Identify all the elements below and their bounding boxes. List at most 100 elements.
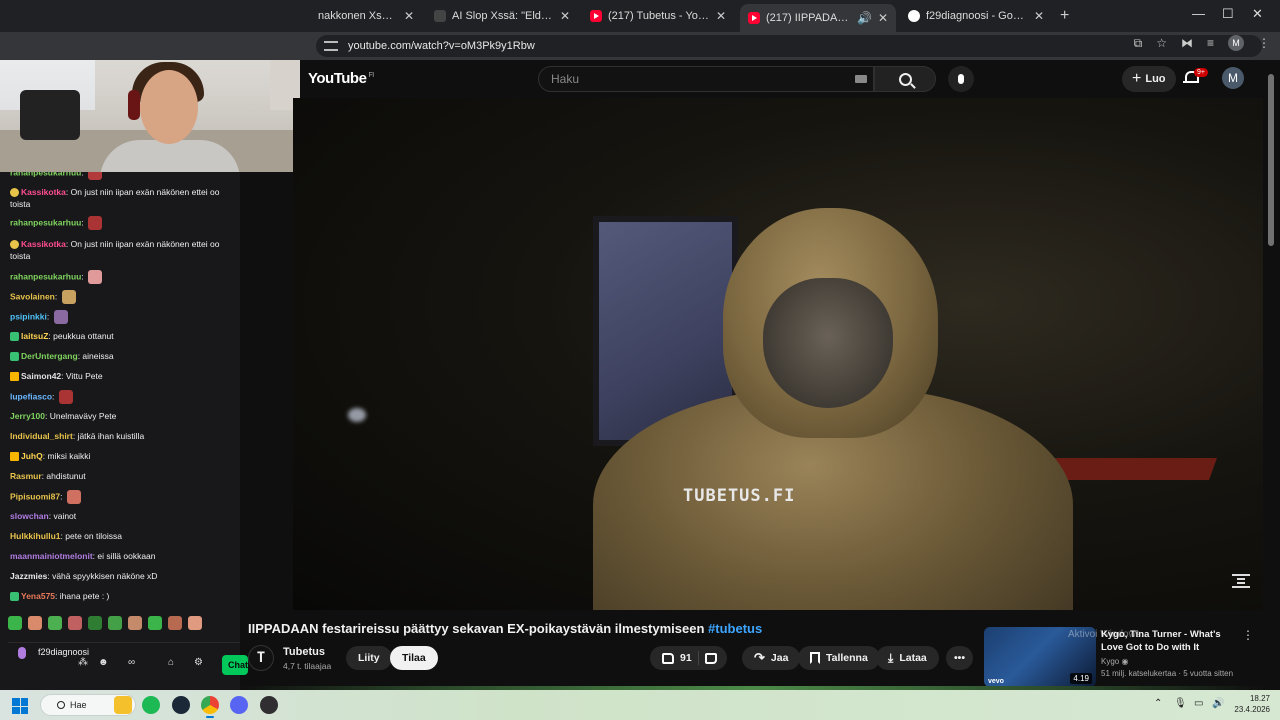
close-icon[interactable]: ✕	[878, 11, 888, 25]
tab-youtube-tubetus[interactable]: (217) Tubetus - YouTube ✕	[582, 4, 734, 28]
save-button[interactable]: Tallenna	[798, 646, 880, 670]
emote-icon[interactable]	[188, 616, 202, 630]
chat-username[interactable]: Kassikotka	[21, 239, 66, 249]
join-button[interactable]: Liity	[346, 646, 392, 670]
tray-chevron-icon[interactable]: ⌃	[1154, 698, 1162, 709]
chat-username[interactable]: Yena575	[21, 591, 55, 601]
emote-icon[interactable]	[8, 616, 22, 630]
chat-username[interactable]: DerUntergang	[21, 351, 78, 361]
chat-username[interactable]: Rasmur	[10, 471, 42, 481]
emoji-icon[interactable]: ☻	[98, 657, 109, 668]
chat-username[interactable]: Pipisuomi87	[10, 491, 60, 501]
chrome-icon[interactable]	[201, 696, 219, 714]
gear-icon[interactable]: ⚙	[194, 657, 203, 668]
chat-username[interactable]: psipinkki	[10, 311, 47, 321]
chat-username[interactable]: Kassikotka	[21, 187, 66, 197]
file-explorer-icon[interactable]	[114, 696, 132, 714]
gift-badge-icon[interactable]	[10, 332, 19, 342]
recommended-channel-name[interactable]: Kygo ◉	[1101, 657, 1128, 666]
dislike-icon[interactable]	[704, 652, 717, 664]
scrollbar-thumb[interactable]	[1268, 74, 1274, 246]
chat-send-button[interactable]: Chat	[222, 655, 248, 675]
hashtag-link[interactable]: #tubetus	[708, 621, 762, 636]
bookmark-star-icon[interactable]: ☆	[1156, 36, 1167, 50]
chat-username[interactable]: JuhQ	[21, 451, 43, 461]
gift-badge-icon[interactable]	[10, 592, 19, 602]
channel-avatar[interactable]: T	[248, 645, 274, 671]
crown-badge-icon[interactable]	[10, 372, 19, 382]
recommended-video-title[interactable]: Kygo, Tina Turner - What's Love Got to D…	[1101, 628, 1237, 654]
chat-username[interactable]: rahanpesukarhuu	[10, 172, 81, 177]
taskbar-clock[interactable]: 18.27 23.4.2026	[1230, 693, 1270, 715]
page-scrollbar[interactable]	[1264, 60, 1280, 690]
url-text[interactable]: youtube.com/watch?v=oM3Pk9y1Rbw	[348, 40, 535, 52]
download-button[interactable]: ⤓ Lataa	[876, 646, 939, 670]
share-button[interactable]: ↷ Jaa	[742, 646, 801, 670]
close-icon[interactable]: ✕	[1034, 9, 1044, 23]
tab-x-post-2[interactable]: AI Slop Xssä: "Elden Ring Final ✕	[426, 4, 578, 28]
site-settings-icon[interactable]	[324, 41, 338, 51]
sub-badge-icon[interactable]	[10, 188, 19, 198]
media-controls-icon[interactable]: ≡	[1207, 36, 1214, 50]
close-icon[interactable]: ✕	[560, 9, 570, 23]
like-count[interactable]: 91	[680, 652, 692, 664]
audio-icon[interactable]: 🔊	[857, 11, 872, 25]
chat-username[interactable]: Jazzmies	[10, 571, 47, 581]
emote-icon[interactable]	[108, 616, 122, 630]
channel-name[interactable]: Tubetus	[283, 646, 325, 658]
channel-watermark-icon[interactable]	[1231, 572, 1251, 592]
chat-username[interactable]: Jerry100	[10, 411, 45, 421]
account-avatar[interactable]: M	[1222, 67, 1244, 89]
tab-x-post-1[interactable]: nakkonen Xssä: "Hyvä e ✕	[310, 4, 422, 28]
crown-badge-icon[interactable]	[10, 452, 19, 462]
store-icon[interactable]: ⌂	[168, 657, 174, 668]
voice-search-button[interactable]	[948, 66, 974, 92]
emote-icon[interactable]	[168, 616, 182, 630]
spotify-icon[interactable]	[142, 696, 160, 714]
steam-icon[interactable]	[172, 696, 190, 714]
create-button[interactable]: + Luo	[1122, 66, 1176, 92]
minimize-button[interactable]: —	[1192, 6, 1205, 21]
chat-username[interactable]: lupefiasco	[10, 391, 52, 401]
like-icon[interactable]	[662, 652, 674, 664]
chat-username[interactable]: Hulkkihullu1	[10, 531, 61, 541]
chat-username[interactable]: maanmainiotmelonit	[10, 551, 93, 561]
emote-icon[interactable]	[48, 616, 62, 630]
emote-icon[interactable]	[68, 616, 82, 630]
obs-icon[interactable]	[260, 696, 278, 714]
emote-icon[interactable]	[148, 616, 162, 630]
omnibox[interactable]: youtube.com/watch?v=oM3Pk9y1Rbw	[316, 35, 1262, 57]
chat-username[interactable]: Individual_shirt	[10, 431, 73, 441]
close-icon[interactable]: ✕	[404, 9, 414, 23]
chat-username[interactable]: laitsuZ	[21, 331, 48, 341]
maximize-button[interactable]: ☐	[1222, 6, 1234, 22]
discord-icon[interactable]	[230, 696, 248, 714]
chat-username[interactable]: rahanpesukarhuu	[10, 217, 81, 227]
emote-icon[interactable]	[28, 616, 42, 630]
video-player[interactable]: TUBETUS.FI	[293, 98, 1263, 610]
sub-badge-icon[interactable]	[10, 240, 19, 250]
more-actions-button[interactable]: •••	[946, 646, 974, 670]
search-button[interactable]	[874, 66, 936, 92]
chat-input[interactable]: f29diagnoosi	[38, 646, 89, 659]
install-app-icon[interactable]: ⧉	[1134, 36, 1143, 51]
translate-icon[interactable]: ⁂	[78, 657, 88, 668]
points-icon[interactable]: ∞	[128, 657, 135, 668]
menu-icon[interactable]: ⋮	[1258, 36, 1270, 50]
chat-username[interactable]: Savolainen	[10, 291, 55, 301]
volume-icon[interactable]: 🔊	[1212, 698, 1224, 709]
network-icon[interactable]: ▭	[1194, 698, 1203, 709]
chat-username[interactable]: slowchan	[10, 511, 49, 521]
subscribe-button[interactable]: Tilaa	[390, 646, 438, 670]
tab-google-search[interactable]: f29diagnoosi - Google-haku ✕	[900, 4, 1052, 28]
tray-microphone-icon[interactable]: 🎙	[1174, 698, 1187, 709]
chat-username[interactable]: rahanpesukarhuu	[10, 271, 81, 281]
chat-username[interactable]: Saimon42	[21, 371, 61, 381]
windows-start-icon[interactable]	[12, 698, 28, 714]
tab-youtube-video-active[interactable]: (217) IIPPADAAN festarireis 🔊 ✕	[740, 4, 896, 32]
close-window-button[interactable]: ✕	[1252, 6, 1263, 22]
recommended-menu-icon[interactable]: ⋮	[1242, 628, 1254, 642]
microphone-icon[interactable]	[18, 647, 26, 659]
gift-badge-icon[interactable]	[10, 352, 19, 362]
search-input[interactable]	[539, 67, 839, 91]
